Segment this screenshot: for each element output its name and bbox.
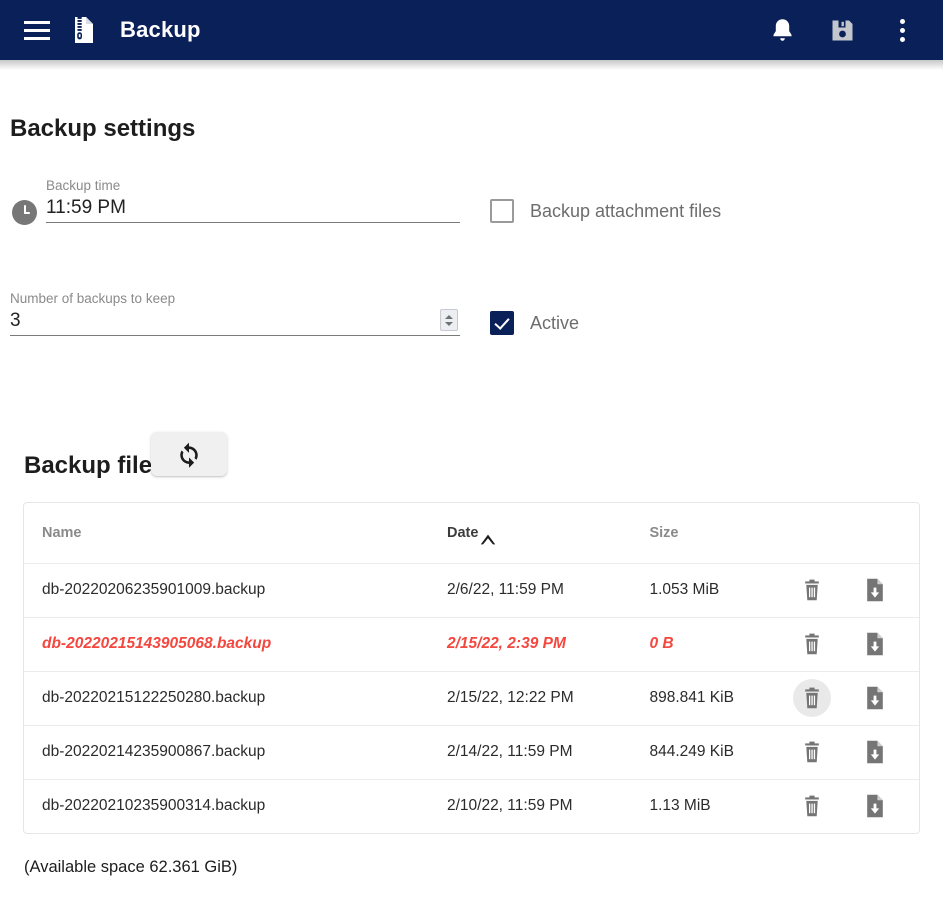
cell-size: 1.13 MiB <box>649 797 711 815</box>
cell-size: 0 B <box>631 617 794 672</box>
backups-to-keep-underline <box>10 335 460 336</box>
hamburger-bars <box>24 20 50 40</box>
column-header-name[interactable]: Name <box>24 503 429 564</box>
hamburger-menu-icon[interactable] <box>14 7 60 53</box>
app-bar-actions <box>759 7 925 53</box>
refresh-sync-icon[interactable] <box>151 432 227 476</box>
column-header-date[interactable]: Date <box>428 503 632 564</box>
file-download-icon[interactable] <box>856 625 894 663</box>
cell-download-action <box>856 671 919 726</box>
app-bar-left-group: Backup <box>14 7 201 53</box>
spinner-up-arrow[interactable] <box>445 314 453 319</box>
cell-date: 2/14/22, 11:59 PM <box>428 725 632 780</box>
checkbox-box-unchecked[interactable] <box>490 199 514 223</box>
cell-download-action <box>856 779 919 833</box>
table-body: db-20220206235901009.backup 2/6/22, 11:59… <box>24 563 919 833</box>
cell-size: 844.249 KiB <box>631 725 794 780</box>
active-label: Active <box>530 312 580 333</box>
available-space-note: (Available space 62.361 GiB) <box>24 858 238 876</box>
checkbox-box-checked[interactable] <box>490 311 514 335</box>
cell-name: db-20220206235901009.backup <box>24 563 429 618</box>
cell-download-action <box>856 725 919 780</box>
spinner-down-arrow[interactable] <box>445 321 453 326</box>
backup-attachment-files-checkbox[interactable]: Backup attachment files <box>490 199 721 223</box>
page-title: Backup <box>120 17 201 42</box>
backups-to-keep-input[interactable]: 3 <box>10 307 460 335</box>
file-download-icon[interactable] <box>856 733 894 771</box>
backup-time-underline <box>46 222 460 223</box>
cell-name: db-20220210235900314.backup <box>42 797 266 815</box>
column-header-download-actions <box>856 503 919 564</box>
cell-delete-action <box>793 779 856 833</box>
backup-time-field[interactable]: Backup time 11:59 PM <box>46 178 460 223</box>
app-bar: Backup <box>0 0 943 60</box>
cell-size: 898.841 KiB <box>631 671 794 726</box>
table-header: Name Date Size <box>24 503 919 564</box>
spinner-arrows-icon[interactable] <box>440 309 458 331</box>
column-header-date-label: Date <box>446 524 479 541</box>
cell-size: 1.053 MiB <box>631 563 794 618</box>
backup-time-input[interactable]: 11:59 PM <box>46 194 460 222</box>
cell-delete-action <box>793 671 857 726</box>
cell-date: 2/6/22, 11:59 PM <box>428 563 632 618</box>
floppy-disk-save-icon[interactable] <box>819 7 865 53</box>
bell-icon[interactable] <box>759 7 805 53</box>
cell-download-action <box>856 617 919 672</box>
table-row[interactable]: db-20220215122250280.backup 2/15/22, 12:2… <box>24 671 919 726</box>
backups-to-keep-label: Number of backups to keep <box>10 291 176 306</box>
file-download-icon[interactable] <box>856 679 894 717</box>
backup-files-table: Name Date Size db-20220206235901009.back… <box>24 503 919 833</box>
page-content: Backup settings Backup time 11:59 PM Bac… <box>0 60 943 909</box>
kebab-menu-icon[interactable] <box>879 7 925 53</box>
table-row[interactable]: db-20220206235901009.backup 2/6/22, 11:59… <box>24 563 919 618</box>
backup-settings-heading: Backup settings <box>10 115 196 142</box>
backup-time-label: Backup time <box>46 178 121 193</box>
archive-file-icon <box>60 7 106 53</box>
backups-to-keep-field[interactable]: Number of backups to keep 3 <box>10 291 460 336</box>
trash-icon[interactable] <box>793 571 831 609</box>
clock-icon <box>12 200 37 225</box>
backup-files-table-card: Name Date Size db-20220206235901009.back… <box>23 502 920 834</box>
column-header-delete-actions <box>793 503 857 564</box>
trash-icon[interactable] <box>793 733 831 771</box>
table-row[interactable]: db-20220210235900314.backup 2/10/22, 11:5… <box>24 779 919 833</box>
cell-delete-action <box>793 563 857 618</box>
kebab-dots <box>899 18 905 42</box>
active-checkbox[interactable]: Active <box>490 311 579 335</box>
cell-download-action <box>856 563 919 618</box>
table-row[interactable]: db-20220214235900867.backup 2/14/22, 11:5… <box>24 725 919 780</box>
cell-name: db-20220214235900867.backup <box>24 725 429 780</box>
cell-date: 2/10/22, 11:59 PM <box>446 797 573 815</box>
file-download-icon[interactable] <box>856 571 894 609</box>
clock-hand-minute <box>23 211 30 214</box>
trash-icon[interactable] <box>793 625 831 663</box>
backup-files-heading: Backup files <box>24 452 166 479</box>
cell-name: db-20220215122250280.backup <box>24 671 429 726</box>
cell-delete-action <box>793 617 857 672</box>
table-row[interactable]: db-20220215143905068.backup 2/15/22, 2:39… <box>24 617 919 672</box>
cell-name: db-20220215143905068.backup <box>24 617 429 672</box>
column-header-size[interactable]: Size <box>631 503 794 564</box>
trash-icon[interactable] <box>793 679 832 717</box>
backup-attachment-files-label: Backup attachment files <box>530 200 722 221</box>
cell-date: 2/15/22, 2:39 PM <box>428 617 632 672</box>
cell-delete-action <box>793 725 857 780</box>
file-download-icon[interactable] <box>856 787 894 825</box>
cell-date: 2/15/22, 12:22 PM <box>428 671 632 726</box>
trash-icon[interactable] <box>793 787 831 825</box>
table-header-row: Name Date Size <box>24 503 919 564</box>
